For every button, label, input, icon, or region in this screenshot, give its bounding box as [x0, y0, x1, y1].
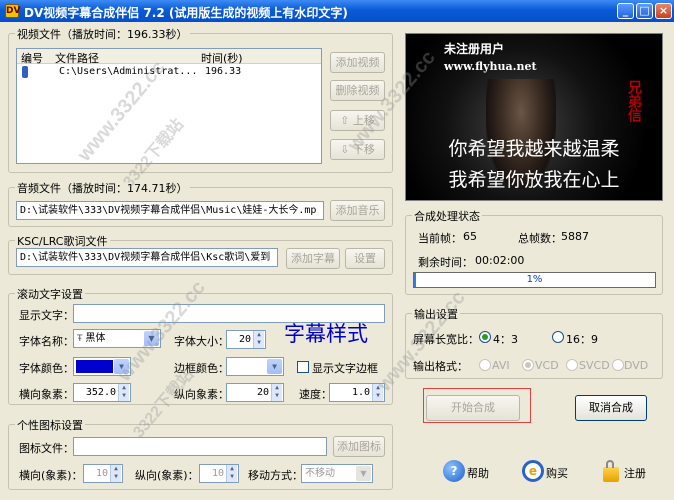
spin-arrows-icon[interactable]: ▲ ▼: [253, 331, 264, 348]
display-text-label: 显示文字：: [19, 309, 74, 322]
format-dvd-label[interactable]: DVD: [624, 359, 648, 372]
help-button[interactable]: ? 帮助: [443, 460, 493, 484]
format-svcd-label[interactable]: SVCD: [579, 359, 610, 372]
lyric-line-1: 你希望我越来越温柔: [448, 138, 620, 160]
start-compose-button[interactable]: 开始合成: [426, 395, 520, 421]
lyric-settings-button[interactable]: 设置: [345, 248, 385, 269]
aspect-4-3-label[interactable]: 4：3: [493, 331, 518, 347]
border-color-picker[interactable]: ▼: [226, 357, 284, 376]
video-preview: 未注册用户 www.flyhua.net 兄弟信 你希望我越来越温柔 我希望你放…: [405, 33, 663, 201]
audio-group-label: 音频文件（播放时间：174.71秒）: [15, 180, 190, 196]
cancel-compose-button[interactable]: 取消合成: [575, 395, 647, 421]
remaining-time-label: 剩余时间：: [418, 256, 473, 269]
current-frame-label: 当前帧：: [418, 232, 462, 245]
h-pixel-stepper[interactable]: 352.0 ▲ ▼: [73, 383, 131, 402]
spin-arrows-icon[interactable]: ▲ ▼: [118, 384, 129, 401]
lyric-path-field[interactable]: D:\试装软件\333\DV视频字幕合成伴侣\Ksc歌词\爱到: [16, 248, 278, 267]
scroll-group-label: 滚动文字设置: [15, 286, 85, 302]
preview-side-text: 兄弟信: [626, 80, 642, 122]
delete-video-button[interactable]: 删除视频: [330, 80, 385, 101]
row-time: 196.33: [205, 66, 242, 77]
maximize-button[interactable]: □: [636, 3, 653, 19]
speed-label: 速度：: [299, 388, 332, 401]
minimize-button[interactable]: _: [617, 3, 634, 19]
add-music-button[interactable]: 添加音乐: [330, 200, 385, 221]
font-preview-text: 字幕样式: [284, 322, 368, 346]
progress-bar: 1%: [413, 272, 656, 288]
h-pixel-label: 横向象素：: [19, 388, 74, 401]
font-size-label: 字体大小：: [174, 335, 229, 348]
format-svcd-radio[interactable]: [566, 359, 578, 371]
format-vcd-radio[interactable]: [522, 359, 534, 371]
app-icon: DV: [5, 4, 21, 18]
aspect-16-9-radio[interactable]: [552, 331, 564, 343]
buy-button[interactable]: e 购买: [522, 460, 572, 484]
font-name-label: 字体名称：: [19, 335, 74, 348]
preview-watermark-text: 未注册用户: [444, 42, 505, 56]
show-border-label: 显示文字边框: [312, 362, 378, 375]
format-avi-label[interactable]: AVI: [492, 359, 510, 372]
format-vcd-label[interactable]: VCD: [535, 359, 559, 372]
v-pixel-stepper[interactable]: 20 ▲ ▼: [226, 383, 284, 402]
add-video-button[interactable]: 添加视频: [330, 52, 385, 73]
help-icon: ?: [443, 460, 465, 482]
logo-file-label: 图标文件：: [19, 442, 74, 455]
up-arrow-icon: ⇧: [340, 114, 353, 127]
logo-file-input[interactable]: [73, 437, 327, 456]
spin-arrows-icon[interactable]: ▲ ▼: [226, 465, 237, 482]
col-path[interactable]: 文件路径: [55, 50, 99, 66]
chevron-down-icon: ▼: [267, 359, 282, 374]
window-title: DV视频字幕合成伴侣 7.2 (试用版生成的视频上有水印文字): [24, 6, 348, 20]
row-path: C:\Users\Administrat...: [59, 66, 198, 77]
col-number[interactable]: 编号: [21, 50, 43, 66]
speed-stepper[interactable]: 1.0 ▲ ▼: [329, 383, 385, 402]
remaining-time-value: 00:02:00: [475, 254, 525, 267]
logo-group-label: 个性图标设置: [15, 417, 85, 433]
status-group-label: 合成处理状态: [412, 208, 482, 224]
total-frames-label: 总帧数：: [518, 232, 562, 245]
format-avi-radio[interactable]: [479, 359, 491, 371]
logo-v-label: 纵向(象素)：: [135, 469, 199, 482]
lock-icon: [603, 460, 619, 482]
preview-watermark-url: www.flyhua.net: [444, 60, 537, 73]
close-button[interactable]: ×: [655, 3, 672, 19]
add-logo-button[interactable]: 添加图标: [333, 436, 385, 457]
col-time[interactable]: 时间(秒): [201, 50, 243, 66]
logo-v-stepper[interactable]: 10 ▲ ▼: [199, 464, 239, 483]
logo-h-label: 横向(象素)：: [19, 469, 83, 482]
lyric-line-2: 我希望你放我在心上: [448, 169, 620, 191]
font-color-label: 字体颜色：: [19, 362, 74, 375]
progress-text: 1%: [526, 274, 543, 285]
show-border-checkbox[interactable]: [297, 361, 309, 373]
spin-arrows-icon[interactable]: ▲ ▼: [271, 384, 282, 401]
font-color-swatch: [76, 360, 113, 373]
aspect-16-9-label[interactable]: 16：9: [566, 331, 598, 347]
move-mode-label: 移动方式：: [248, 469, 303, 482]
buy-icon: e: [522, 460, 544, 482]
video-file-icon: [22, 66, 28, 78]
total-frames-value: 5887: [561, 230, 589, 243]
audio-path-field[interactable]: D:\试装软件\333\DV视频字幕合成伴侣\Music\娃娃-大长今.mp: [16, 201, 324, 220]
title-bar: DV DV视频字幕合成伴侣 7.2 (试用版生成的视频上有水印文字) _ □ ×: [0, 0, 674, 22]
video-group-label: 视频文件（播放时间：196.33秒）: [15, 26, 190, 42]
output-format-label: 输出格式：: [413, 360, 468, 373]
lyric-group-label: KSC/LRC歌词文件: [15, 233, 110, 249]
add-subtitle-button[interactable]: 添加字幕: [286, 248, 340, 269]
move-mode-select[interactable]: 不移动 ▼: [301, 464, 373, 483]
border-color-swatch: [229, 360, 266, 373]
font-size-stepper[interactable]: 20 ▲ ▼: [226, 330, 266, 349]
chevron-down-icon: ▼: [356, 466, 371, 481]
format-dvd-radio[interactable]: [612, 359, 624, 371]
spin-arrows-icon[interactable]: ▲ ▼: [110, 465, 121, 482]
list-header: 编号 文件路径 时间(秒): [17, 49, 321, 66]
current-frame-value: 65: [463, 230, 477, 243]
aspect-4-3-radio[interactable]: [479, 331, 491, 343]
logo-h-stepper[interactable]: 10 ▲ ▼: [83, 464, 123, 483]
register-button[interactable]: 注册: [600, 460, 650, 484]
